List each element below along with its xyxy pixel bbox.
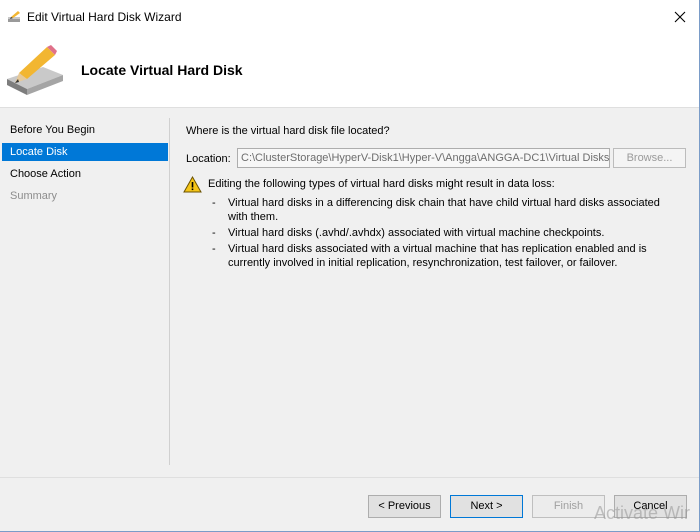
- bullet-marker: -: [212, 227, 216, 239]
- footer-divider: [0, 477, 699, 478]
- step-choose-action[interactable]: Choose Action: [2, 165, 168, 183]
- page-title: Locate Virtual Hard Disk: [81, 62, 243, 78]
- step-before-you-begin[interactable]: Before You Begin: [2, 121, 168, 139]
- window-title: Edit Virtual Hard Disk Wizard: [27, 10, 182, 24]
- wizard-window: Edit Virtual Hard Disk Wizard Locate Vir…: [0, 0, 700, 532]
- sidebar-divider: [169, 118, 170, 465]
- bullet-text: Virtual hard disks (.avhd/.avhdx) associ…: [228, 227, 605, 239]
- list-item: - Virtual hard disks associated with a vi…: [212, 242, 682, 270]
- warning-icon: [183, 176, 202, 193]
- activation-watermark: Activate Wir: [594, 503, 691, 523]
- wizard-app-icon: [8, 11, 20, 22]
- list-item: - Virtual hard disks in a differencing di…: [212, 196, 682, 224]
- virtual-disk-pencil-icon: [7, 45, 63, 95]
- close-icon: [674, 11, 686, 22]
- location-question: Where is the virtual hard disk file loca…: [186, 125, 390, 137]
- next-button[interactable]: Next >: [450, 495, 523, 518]
- bullet-marker: -: [212, 243, 216, 255]
- wizard-header: Locate Virtual Hard Disk: [0, 33, 699, 108]
- step-summary: Summary: [10, 190, 58, 202]
- wizard-content: Where is the virtual hard disk file loca…: [183, 108, 694, 464]
- previous-button[interactable]: < Previous: [368, 495, 441, 518]
- warning-text: Editing the following types of virtual h…: [208, 178, 555, 190]
- location-input[interactable]: C:\ClusterStorage\HyperV-Disk1\Hyper-V\A…: [237, 148, 610, 168]
- location-label: Location:: [186, 153, 231, 165]
- bullet-text: Virtual hard disks associated with a vir…: [228, 243, 647, 269]
- warning-list: - Virtual hard disks in a differencing di…: [212, 196, 682, 272]
- step-locate-disk[interactable]: Locate Disk: [2, 143, 168, 161]
- browse-button: Browse...: [613, 148, 686, 168]
- bullet-text: Virtual hard disks in a differencing dis…: [228, 197, 660, 223]
- wizard-steps-sidebar: Before You Begin Locate Disk Choose Acti…: [0, 108, 169, 464]
- bullet-marker: -: [212, 197, 216, 209]
- close-button[interactable]: [661, 0, 699, 33]
- title-bar[interactable]: Edit Virtual Hard Disk Wizard: [0, 0, 699, 33]
- list-item: - Virtual hard disks (.avhd/.avhdx) assoc…: [212, 226, 682, 240]
